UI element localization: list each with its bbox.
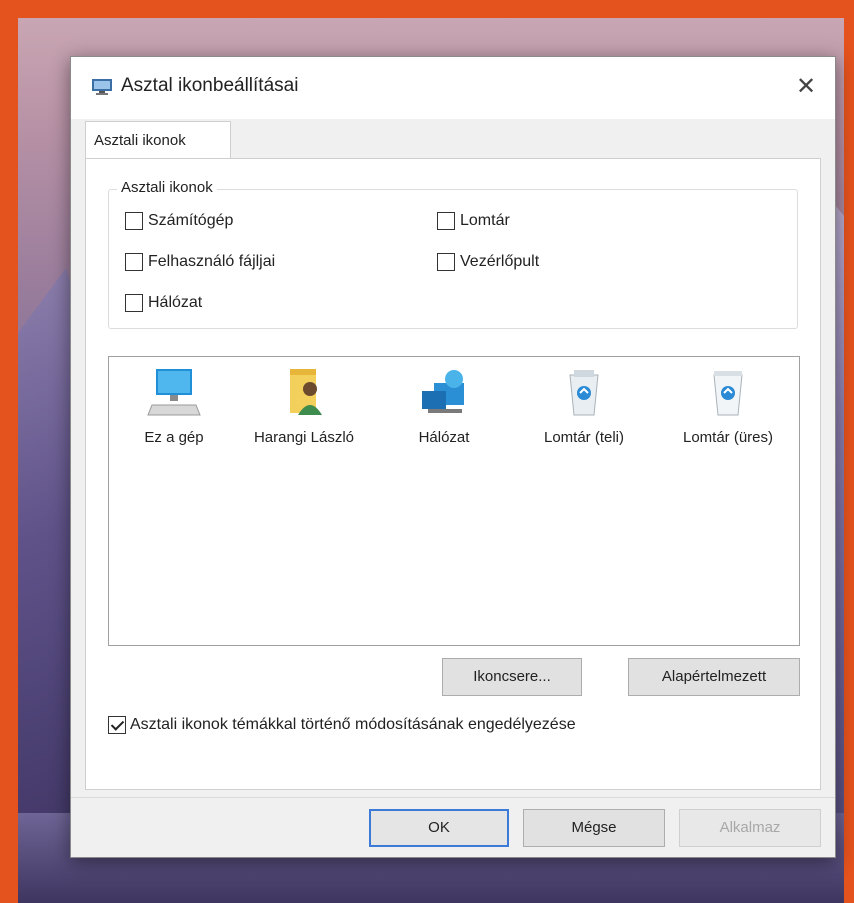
icon-label: Harangi László xyxy=(253,429,355,446)
title-bar[interactable]: Asztal ikonbeállításai ✕ xyxy=(71,57,835,119)
restore-default-button[interactable]: Alapértelmezett xyxy=(628,658,800,696)
checkbox-computer[interactable]: Számítógép xyxy=(125,212,233,230)
cancel-button[interactable]: Mégse xyxy=(523,809,665,847)
tab-panel: Asztali ikonok Számítógép Lomtár Felhasz… xyxy=(85,158,821,790)
icon-item-recycle-bin-empty[interactable]: Lomtár (üres) xyxy=(657,367,799,446)
desktop-icon-settings-dialog: Asztal ikonbeállításai ✕ Asztali ikonok … xyxy=(70,56,836,858)
checkbox-box[interactable] xyxy=(125,212,143,230)
desktop-settings-icon xyxy=(92,79,112,95)
icon-label: Lomtár (teli) xyxy=(543,429,625,446)
icon-item-network[interactable]: Hálózat xyxy=(379,367,509,446)
checkbox-label: Hálózat xyxy=(148,294,203,311)
group-legend: Asztali ikonok xyxy=(117,179,217,196)
checkbox-box[interactable] xyxy=(125,253,143,271)
recycle-bin-empty-icon xyxy=(713,371,743,416)
checkbox-box[interactable] xyxy=(108,716,126,734)
checkbox-recycle-bin[interactable]: Lomtár xyxy=(437,212,510,230)
checkbox-network[interactable]: Hálózat xyxy=(125,294,202,312)
tab-desktop-icons[interactable]: Asztali ikonok xyxy=(85,121,231,159)
icon-label: Lomtár (üres) xyxy=(682,429,774,446)
icon-item-user-files[interactable]: Harangi László xyxy=(239,367,369,446)
computer-icon xyxy=(147,369,201,416)
apply-button[interactable]: Alkalmaz xyxy=(679,809,821,847)
checkbox-label: Asztali ikonok témákkal történő módosítá… xyxy=(130,716,576,733)
checkbox-label: Felhasználó fájljai xyxy=(148,253,276,270)
desktop-icons-group: Asztali ikonok Számítógép Lomtár Felhasz… xyxy=(108,179,798,329)
checkbox-label: Lomtár xyxy=(460,212,510,229)
icon-item-recycle-bin-full[interactable]: Lomtár (teli) xyxy=(519,367,649,446)
close-icon: ✕ xyxy=(795,73,817,100)
checkbox-user-files[interactable]: Felhasználó fájljai xyxy=(125,253,275,271)
allow-themes-checkbox[interactable]: Asztali ikonok témákkal történő módosítá… xyxy=(108,716,576,734)
checkbox-box[interactable] xyxy=(125,294,143,312)
close-button[interactable]: ✕ xyxy=(783,65,829,109)
user-folder-icon xyxy=(290,369,322,415)
network-icon xyxy=(422,370,464,413)
checkbox-box[interactable] xyxy=(437,212,455,230)
dialog-title: Asztal ikonbeállításai xyxy=(121,75,299,96)
ok-button[interactable]: OK xyxy=(369,809,509,847)
icon-label: Ez a gép xyxy=(144,429,204,446)
change-icon-button[interactable]: Ikoncsere... xyxy=(442,658,582,696)
checkbox-control-panel[interactable]: Vezérlőpult xyxy=(437,253,539,271)
icon-list[interactable]: Ez a gép Harangi László Hálózat Lomtár (… xyxy=(108,356,800,646)
icon-item-this-pc[interactable]: Ez a gép xyxy=(109,367,239,446)
icon-label: Hálózat xyxy=(418,429,470,446)
checkbox-label: Számítógép xyxy=(148,212,234,229)
recycle-bin-full-icon xyxy=(569,370,599,416)
checkbox-box[interactable] xyxy=(437,253,455,271)
footer-divider xyxy=(71,797,835,798)
checkbox-label: Vezérlőpult xyxy=(460,253,540,270)
